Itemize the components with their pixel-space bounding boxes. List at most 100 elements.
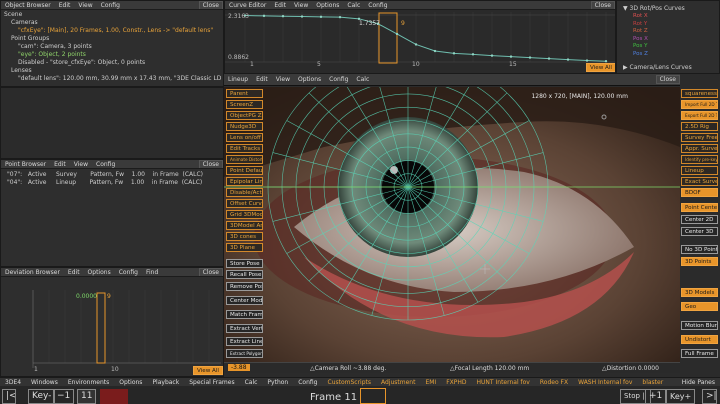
tool-button-appr-survey[interactable]: Appr. Survey — [681, 144, 718, 153]
menu-config[interactable]: Config — [115, 269, 142, 276]
tool-button-parent[interactable]: Parent — [226, 89, 263, 98]
menu-lineup[interactable]: Lineup — [224, 76, 252, 83]
tool-button-point-defaults[interactable]: Point Defaults — [226, 166, 263, 175]
menu-find[interactable]: Find — [142, 269, 162, 276]
tool-button-epipolar-lines[interactable]: Epipolar Lines — [226, 177, 263, 186]
menu-view[interactable]: View — [272, 76, 294, 83]
tool-button-import-full-2d-tracks[interactable]: Import Full 2D Tracks — [681, 100, 718, 109]
tool-button-lens-on-off[interactable]: Lens on/off — [226, 133, 263, 142]
menu-python[interactable]: Python — [262, 379, 293, 386]
menu-customscripts[interactable]: CustomScripts — [323, 379, 377, 386]
tool-button-objectpg-z[interactable]: ObjectPG Z — [226, 111, 263, 120]
menu-adjustment[interactable]: Adjustment — [376, 379, 420, 386]
menu-environments[interactable]: Environments — [63, 379, 114, 386]
point-row[interactable]: "04": Active Lineup Pattern, Fw 1.00 in … — [1, 179, 223, 187]
tool-button-2-5d-rig[interactable]: 2.5D Rig — [681, 122, 718, 131]
menu-calc[interactable]: Calc — [352, 76, 373, 83]
step-back-button[interactable]: −1 — [53, 389, 75, 404]
tool-button-center-models[interactable]: Center Models — [226, 296, 263, 305]
tool-button-center-3d[interactable]: Center 3D — [681, 227, 718, 236]
tool-button-store-pose[interactable]: Store Pose — [226, 259, 263, 268]
curve-editor-close-button[interactable]: Close — [590, 1, 615, 9]
tree-row[interactable]: "eye": Object, 2 points — [1, 51, 223, 59]
menu-special-frames[interactable]: Special Frames — [184, 379, 239, 386]
viewport-image[interactable]: 1280 x 720, [MAIN], 120.00 mm — [224, 87, 680, 372]
hide-panes-button[interactable]: Hide Panes — [677, 379, 720, 386]
tool-button-3d-points[interactable]: 3D Points — [681, 257, 718, 266]
curve-graph[interactable]: 2.3163 0.8862 1.7357 9 1 5 10 15 — [225, 10, 615, 73]
menu-edit[interactable]: Edit — [50, 161, 70, 168]
tool-button-point-center[interactable]: Point Center — [681, 203, 718, 212]
tool-button-animate-distortion-local[interactable]: Animate Distortion local — [226, 155, 263, 164]
menu-emi[interactable]: EMI — [420, 379, 441, 386]
menu-object-browser[interactable]: Object Browser — [1, 2, 55, 9]
tool-button-squareness[interactable]: squareness — [681, 89, 718, 98]
tool-button-edit-tracks[interactable]: Edit Tracks — [226, 144, 263, 153]
menu-config[interactable]: Config — [325, 76, 352, 83]
scrub-region[interactable] — [100, 389, 128, 404]
tool-button-extract-polygon[interactable]: Extract Polygon — [226, 349, 263, 358]
channel-item[interactable]: Pos Y — [617, 43, 719, 51]
tree-row[interactable]: "cfxEye": [Main], 20 Frames, 1.00, Const… — [1, 27, 223, 35]
object-browser-close-button[interactable]: Close — [198, 1, 223, 9]
tool-button-exact-survey[interactable]: Exact Survey — [681, 177, 718, 186]
tool-button-nudge3d[interactable]: Nudge3D — [226, 122, 263, 131]
deviation-view-all-button[interactable]: View All — [193, 366, 223, 375]
tool-button-no-3d-points[interactable]: No 3D Points — [681, 245, 718, 254]
tool-button-bdof[interactable]: BDOF — [681, 188, 718, 197]
viewport-close-button[interactable]: Close — [655, 75, 680, 84]
step-forward-button[interactable]: +1 — [645, 389, 667, 404]
menu-options[interactable]: Options — [294, 76, 325, 83]
key-prev-button[interactable]: Key- — [28, 389, 56, 404]
menu-edit[interactable]: Edit — [270, 2, 290, 9]
menu-config[interactable]: Config — [293, 379, 322, 386]
menu-playback[interactable]: Playback — [147, 379, 184, 386]
menu-config[interactable]: Config — [97, 2, 124, 9]
tool-button-3d-models[interactable]: 3D Models — [681, 288, 718, 297]
menu-view[interactable]: View — [70, 161, 92, 168]
tree-row[interactable]: Scene — [1, 11, 223, 19]
menu-windows[interactable]: Windows — [26, 379, 63, 386]
menu-config[interactable]: Config — [364, 2, 391, 9]
tool-button-export-full-2d-tracks[interactable]: Export Full 2D Tracks — [681, 111, 718, 120]
menu-3de4[interactable]: 3DE4 — [0, 379, 26, 386]
tool-button-3dmodel-anim[interactable]: 3DModel Anim — [226, 221, 263, 230]
tool-button-identify-pre-keyed[interactable]: Identify pre-keyed — [681, 155, 718, 164]
menu-view[interactable]: View — [290, 2, 312, 9]
tool-button-survey-free[interactable]: Survey Free — [681, 133, 718, 142]
channel-group-title[interactable]: ▼ 3D Rot/Pos Curves — [617, 5, 719, 13]
point-browser-close-button[interactable]: Close — [198, 160, 223, 168]
tool-button-full-frame[interactable]: Full Frame — [681, 349, 718, 358]
menu-wash[interactable]: WASH Internal fov — [573, 379, 637, 386]
channel-item[interactable]: Rot Y — [617, 21, 719, 29]
tool-button-grid-3dmodels[interactable]: Grid 3DModels — [226, 210, 263, 219]
tree-row[interactable]: Lenses — [1, 67, 223, 75]
scrub-handle[interactable] — [360, 388, 386, 404]
tool-button-undistort[interactable]: Undistort — [681, 335, 718, 344]
menu-config[interactable]: Config — [92, 161, 119, 168]
tool-button-3d-plane[interactable]: 3D Plane — [226, 243, 263, 252]
tool-button-extract-line[interactable]: Extract Line — [226, 337, 263, 346]
menu-curve-editor[interactable]: Curve Editor — [225, 2, 270, 9]
menu-calc[interactable]: Calc — [343, 2, 364, 9]
menu-blaster[interactable]: blaster — [637, 379, 668, 386]
menu-edit[interactable]: Edit — [64, 269, 84, 276]
menu-hunt[interactable]: HUNT Internal fov — [472, 379, 535, 386]
menu-options[interactable]: Options — [84, 269, 115, 276]
tool-button-screenz[interactable]: ScreenZ — [226, 100, 263, 109]
deviation-graph[interactable]: 0.0000 9 1 10 — [1, 278, 223, 376]
tree-row[interactable]: Point Groups — [1, 35, 223, 43]
menu-point-browser[interactable]: Point Browser — [1, 161, 50, 168]
go-start-button[interactable]: |< — [2, 389, 16, 404]
tool-button-motion-blur[interactable]: Motion Blur — [681, 321, 718, 330]
curve-view-all-button[interactable]: View All — [586, 63, 615, 72]
menu-options[interactable]: Options — [312, 2, 343, 9]
channel-item[interactable]: Pos Z — [617, 51, 719, 59]
channel-item[interactable]: Pos X — [617, 36, 719, 44]
tool-button-center-2d[interactable]: Center 2D — [681, 215, 718, 224]
menu-options[interactable]: Options — [114, 379, 147, 386]
menu-edit[interactable]: Edit — [252, 76, 272, 83]
tool-button-lineup[interactable]: Lineup — [681, 166, 718, 175]
tree-row[interactable]: Disabled - "store_cfxEye": Object, 0 poi… — [1, 59, 223, 67]
menu-fxphd[interactable]: FXPHD — [441, 379, 471, 386]
